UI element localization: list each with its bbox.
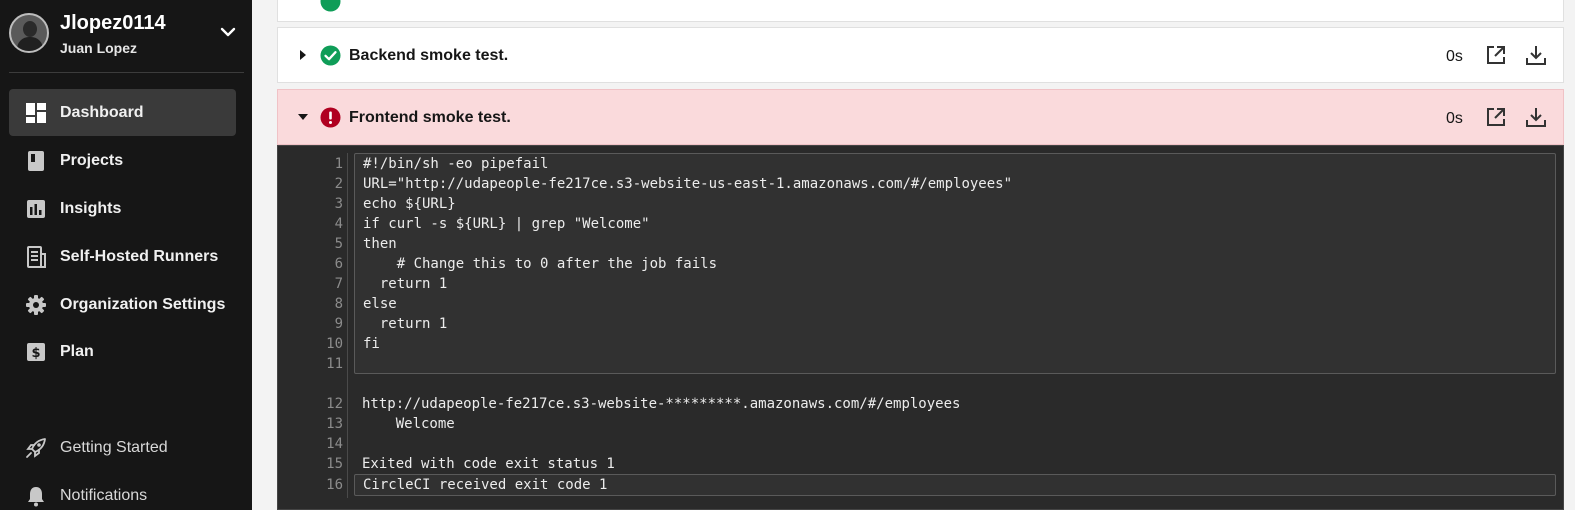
- rocket-icon: [26, 438, 46, 458]
- chevron-down-icon[interactable]: [218, 22, 238, 42]
- sidebar-item-insights[interactable]: Insights: [9, 185, 236, 232]
- dollar-icon: $: [27, 343, 45, 361]
- line-number: 6: [334, 256, 343, 272]
- sidebar-item-plan[interactable]: $ Plan: [9, 328, 236, 375]
- external-link-icon[interactable]: [1485, 44, 1507, 66]
- code-line: if curl -s ${URL} | grep "Welcome": [363, 216, 650, 232]
- sidebar-item-label: Insights: [60, 200, 122, 217]
- sidebar-item-organization-settings[interactable]: Organization Settings: [9, 281, 236, 328]
- line-number: 5: [334, 236, 343, 252]
- code-line: #!/bin/sh -eo pipefail: [363, 156, 549, 172]
- dashboard-icon: [26, 103, 46, 123]
- step-title: Backend smoke test.: [349, 47, 509, 64]
- sidebar-item-label: Notifications: [60, 487, 148, 504]
- external-link-icon[interactable]: [1485, 106, 1507, 128]
- line-number: 13: [326, 416, 343, 432]
- line-number: 9: [334, 316, 343, 332]
- runner-icon: [27, 246, 46, 268]
- error-circle-icon: [320, 107, 341, 128]
- user-menu[interactable]: Jlopez0114 Juan Lopez: [0, 0, 252, 72]
- check-circle-icon: [320, 0, 341, 12]
- bell-icon: [28, 487, 44, 507]
- user-full-name: Juan Lopez: [60, 40, 138, 56]
- code-line: else: [363, 296, 397, 312]
- caret-down-icon[interactable]: [298, 112, 308, 122]
- sidebar-item-label: Organization Settings: [60, 296, 226, 313]
- svg-text:$: $: [31, 346, 40, 361]
- line-number: 2: [334, 176, 343, 192]
- sidebar-item-label: Projects: [60, 152, 124, 169]
- line-number: 11: [326, 356, 343, 372]
- sidebar-item-label: Dashboard: [60, 104, 144, 121]
- username: Jlopez0114: [60, 12, 166, 34]
- sidebar-item-label: Self-Hosted Runners: [60, 248, 219, 265]
- job-steps-panel: Backend smoke test. 0s Frontend smoke te…: [252, 0, 1575, 510]
- sidebar-item-label: Getting Started: [60, 439, 168, 456]
- gutter-divider: [347, 153, 348, 498]
- download-icon[interactable]: [1525, 44, 1547, 66]
- code-line: return 1: [363, 316, 448, 332]
- sidebar-item-notifications[interactable]: Notifications: [9, 472, 236, 510]
- sidebar-divider: [9, 72, 244, 73]
- code-line: return 1: [363, 276, 448, 292]
- line-number: 16: [326, 477, 343, 493]
- output-line: Exited with code exit status 1: [362, 456, 615, 472]
- bar-chart-icon: [27, 200, 45, 218]
- code-line: then: [363, 236, 397, 252]
- gear-icon: [26, 295, 46, 315]
- code-line: echo ${URL}: [363, 196, 456, 212]
- output-line: Welcome: [362, 416, 455, 432]
- download-icon[interactable]: [1525, 106, 1547, 128]
- step-row-previous[interactable]: [277, 0, 1564, 22]
- code-line: # Change this to 0 after the job fails: [363, 256, 718, 272]
- line-number: 4: [334, 216, 343, 232]
- step-title: Frontend smoke test.: [349, 109, 511, 126]
- line-number: 8: [334, 296, 343, 312]
- sidebar: Jlopez0114 Juan Lopez Dashboard Projects…: [0, 0, 252, 510]
- code-line: fi: [363, 336, 380, 352]
- sidebar-item-getting-started[interactable]: Getting Started: [9, 424, 236, 471]
- caret-right-icon[interactable]: [298, 50, 308, 60]
- check-circle-icon: [320, 45, 341, 66]
- sidebar-item-label: Plan: [60, 343, 94, 360]
- step-duration: 0s: [1446, 110, 1463, 127]
- line-number: 7: [334, 276, 343, 292]
- code-line: URL="http://udapeople-fe217ce.s3-website…: [363, 176, 1013, 192]
- line-number: 14: [326, 436, 343, 452]
- step-row-frontend[interactable]: Frontend smoke test. 0s: [277, 89, 1564, 145]
- sidebar-item-projects[interactable]: Projects: [9, 137, 236, 184]
- line-number: 10: [326, 336, 343, 352]
- sidebar-item-dashboard[interactable]: Dashboard: [9, 89, 236, 136]
- step-duration: 0s: [1446, 48, 1463, 65]
- output-line: http://udapeople-fe217ce.s3-website-****…: [362, 396, 961, 412]
- sidebar-item-self-hosted-runners[interactable]: Self-Hosted Runners: [9, 233, 236, 280]
- exit-code-line: CircleCI received exit code 1: [363, 477, 608, 493]
- line-number: 1: [334, 156, 343, 172]
- avatar: [9, 13, 49, 53]
- line-number: 12: [326, 396, 343, 412]
- line-number: 15: [326, 456, 343, 472]
- step-output-terminal[interactable]: 1 2 3 4 5 6 7 8 9 10 11 12 13 14 15 16 #…: [277, 145, 1564, 510]
- book-icon: [28, 151, 44, 171]
- step-row-backend[interactable]: Backend smoke test. 0s: [277, 27, 1564, 83]
- line-number: 3: [334, 196, 343, 212]
